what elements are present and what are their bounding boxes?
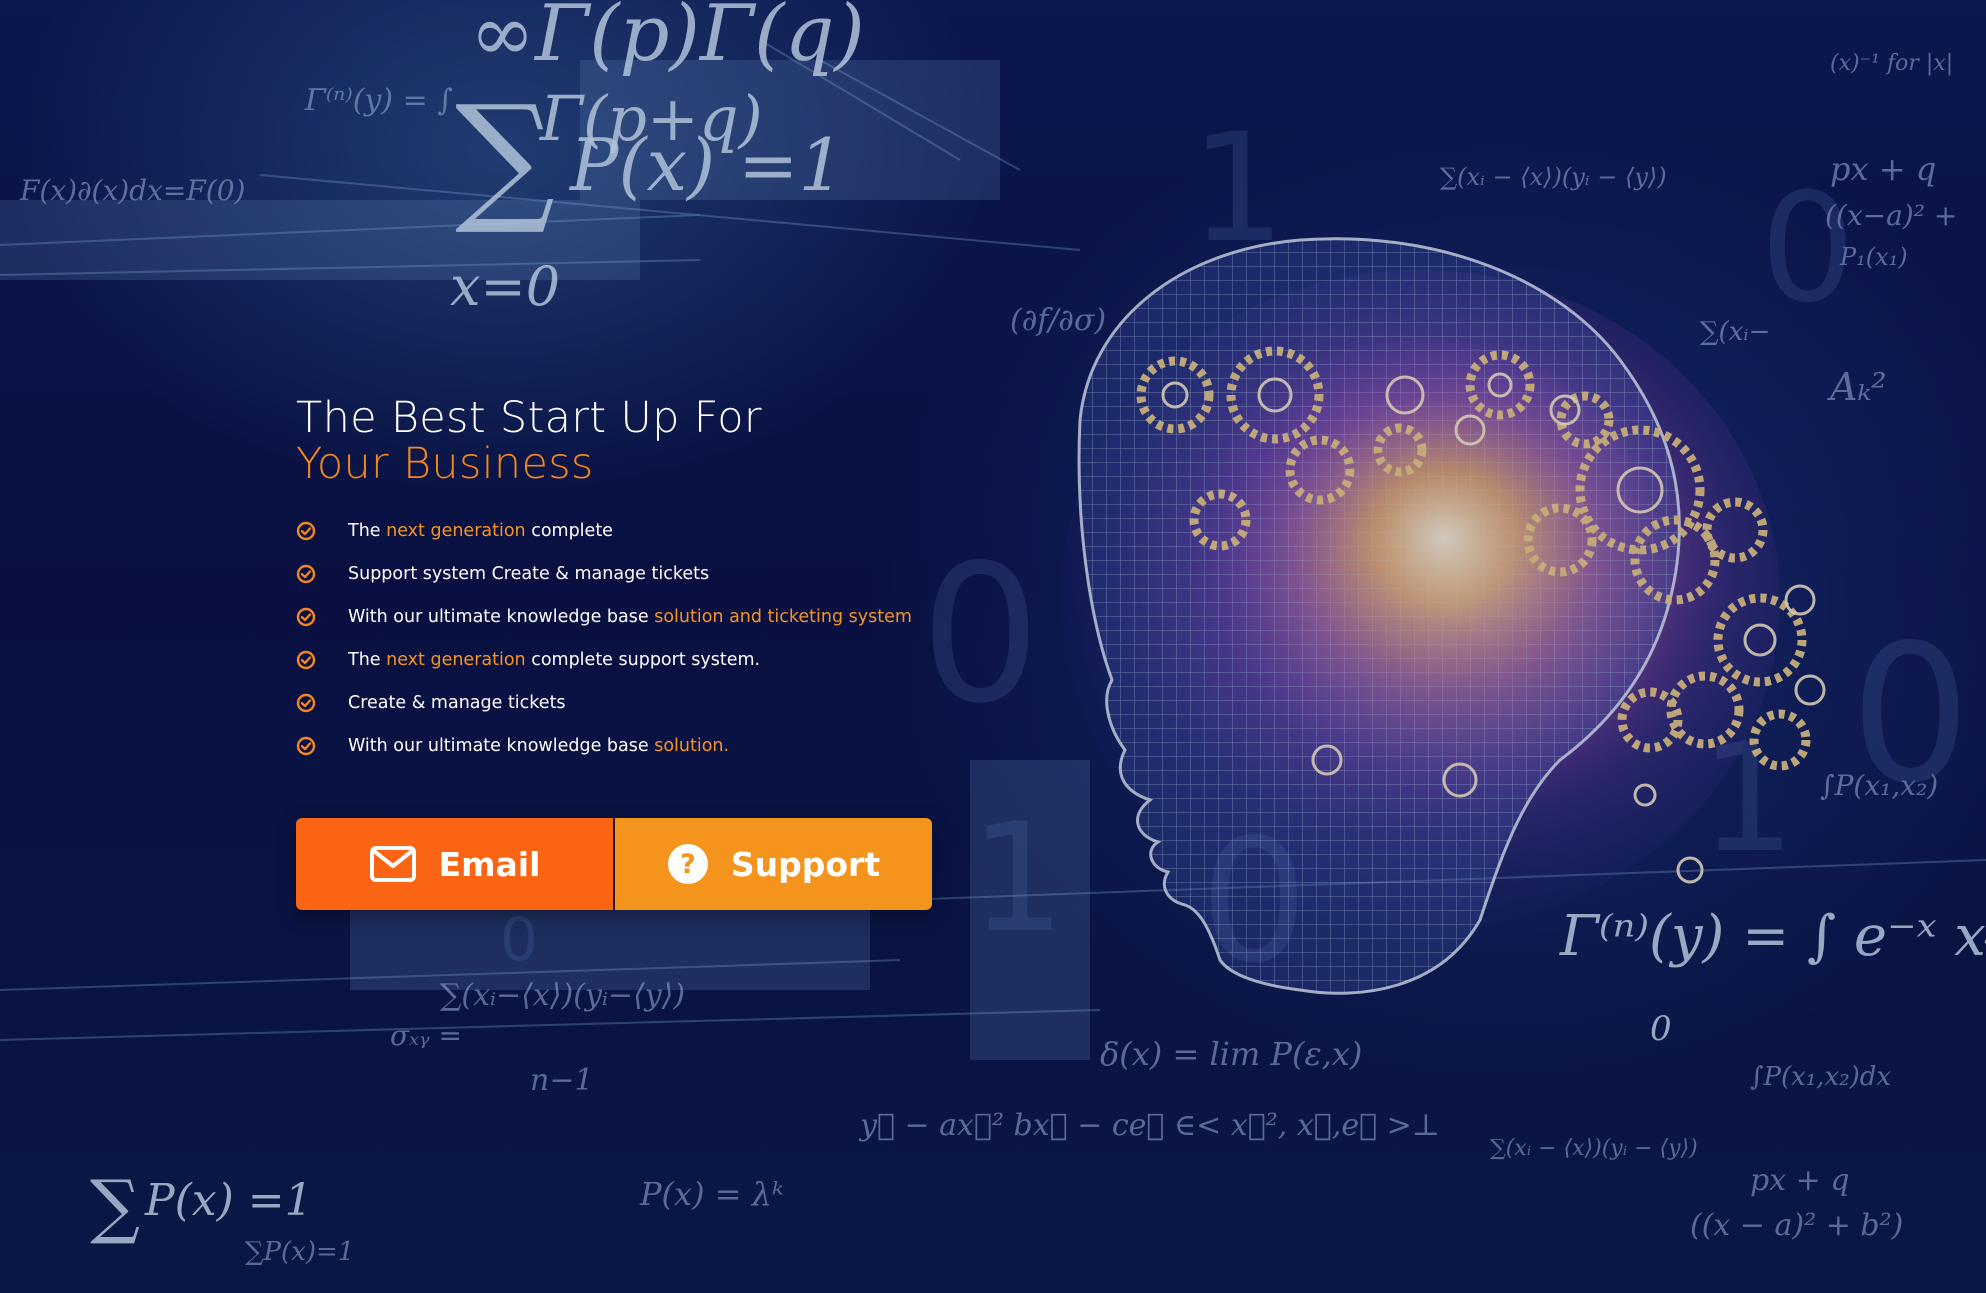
- feature-highlight: solution and ticketing system: [654, 606, 912, 627]
- feature-text-part: complete: [525, 520, 613, 541]
- check-circle-icon: [296, 607, 316, 626]
- feature-text-part: complete support system.: [525, 649, 761, 670]
- feature-highlight: solution.: [654, 735, 730, 756]
- feature-item: With our ultimate knowledge base solutio…: [296, 595, 976, 638]
- feature-item: The next generation complete: [296, 509, 976, 552]
- hero-title: The Best Start Up For Your Business: [296, 395, 976, 487]
- email-button-label: Email: [438, 844, 541, 884]
- envelope-icon: [369, 846, 416, 882]
- feature-text: The next generation complete: [348, 521, 613, 541]
- feature-highlight: next generation: [386, 520, 526, 541]
- feature-item: Support system Create & manage tickets: [296, 552, 976, 595]
- feature-text-part: The: [348, 649, 387, 670]
- feature-text: Support system Create & manage tickets: [348, 564, 709, 584]
- feature-text-part: With our ultimate knowledge base: [348, 735, 655, 756]
- support-button-label: Support: [730, 844, 881, 884]
- hero-title-line2: Your Business: [296, 439, 594, 489]
- support-button[interactable]: ? Support: [615, 818, 932, 910]
- cta-button-group: Email ? Support: [296, 818, 932, 910]
- feature-text-part: With our ultimate knowledge base: [348, 606, 655, 627]
- hero-title-line1: The Best Start Up For: [296, 393, 762, 443]
- svg-text:?: ?: [680, 849, 696, 880]
- feature-text: The next generation complete support sys…: [348, 650, 760, 670]
- feature-text-part: Create & manage tickets: [348, 692, 566, 713]
- feature-text-part: Support system Create & manage tickets: [348, 563, 710, 584]
- email-button[interactable]: Email: [296, 818, 615, 910]
- feature-text: With our ultimate knowledge base solutio…: [348, 736, 729, 756]
- question-circle-icon: ?: [667, 844, 708, 884]
- check-circle-icon: [296, 521, 316, 540]
- check-circle-icon: [296, 693, 316, 712]
- feature-item: Create & manage tickets: [296, 681, 976, 724]
- feature-text-part: The: [348, 520, 387, 541]
- check-circle-icon: [296, 736, 316, 755]
- feature-text: Create & manage tickets: [348, 693, 566, 713]
- feature-text: With our ultimate knowledge base solutio…: [348, 607, 912, 627]
- check-circle-icon: [296, 564, 316, 583]
- check-circle-icon: [296, 650, 316, 669]
- hero-content: The Best Start Up For Your Business The …: [296, 395, 976, 767]
- hero-section: ∑ P(x) =1 x=0 ∞Γ(p)Γ(q) Γ(p+q) Γ⁽ⁿ⁾(y) =…: [0, 0, 1986, 1293]
- feature-item: With our ultimate knowledge base solutio…: [296, 724, 976, 767]
- feature-highlight: next generation: [386, 649, 526, 670]
- feature-list: The next generation complete Support sys…: [296, 509, 976, 767]
- feature-item: The next generation complete support sys…: [296, 638, 976, 681]
